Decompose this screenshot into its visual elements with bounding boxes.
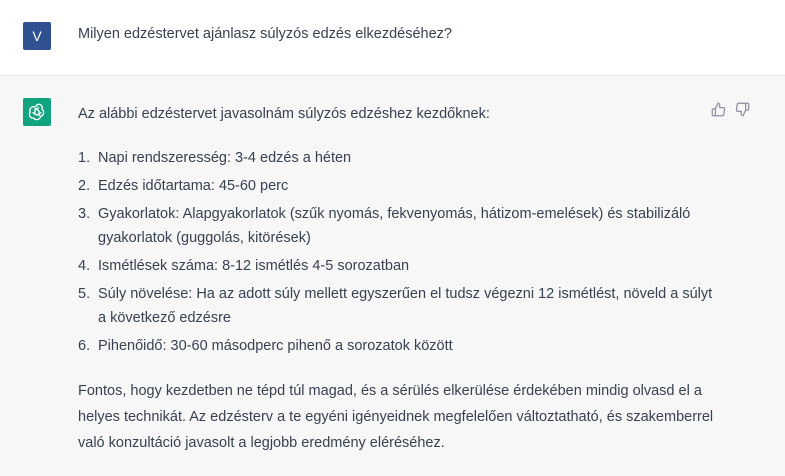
feedback-buttons bbox=[709, 100, 751, 118]
user-avatar: V bbox=[23, 22, 51, 50]
list-item: 6. Pihenőidő: 30-60 másodperc pihenő a so… bbox=[78, 338, 453, 354]
recommendation-list: 1. Napi rendszeresség: 3-4 edzés a héten … bbox=[78, 146, 718, 358]
list-item: 4. Ismétlések száma: 8-12 ismétlés 4-5 so… bbox=[78, 258, 410, 274]
thumbs-down-icon[interactable] bbox=[733, 100, 751, 118]
user-message-text: Milyen edzéstervet ajánlasz súlyzós edzé… bbox=[78, 26, 452, 42]
list-item: 3. Gyakorlatok: Alapgyakorlatok (szűk nyo… bbox=[78, 206, 691, 246]
list-item: 5. Súly növelése: Ha az adott súly mellet… bbox=[78, 286, 713, 326]
list-item: 1. Napi rendszeresség: 3-4 edzés a héten bbox=[78, 150, 352, 166]
openai-logo-icon bbox=[23, 98, 51, 126]
list-item: 2. Edzés időtartama: 45-60 perc bbox=[78, 178, 289, 194]
assistant-intro-text: Az alábbi edzéstervet javasolnám súlyzós… bbox=[78, 106, 490, 122]
thumbs-up-icon[interactable] bbox=[709, 100, 727, 118]
user-message-row: V Milyen edzéstervet ajánlasz súlyzós ed… bbox=[0, 0, 785, 76]
assistant-message-row: Az alábbi edzéstervet javasolnám súlyzós… bbox=[0, 76, 785, 476]
assistant-outro-text: Fontos, hogy kezdetben ne tépd túl magad… bbox=[78, 383, 714, 451]
assistant-message-content: Az alábbi edzéstervet javasolnám súlyzós… bbox=[78, 102, 718, 456]
